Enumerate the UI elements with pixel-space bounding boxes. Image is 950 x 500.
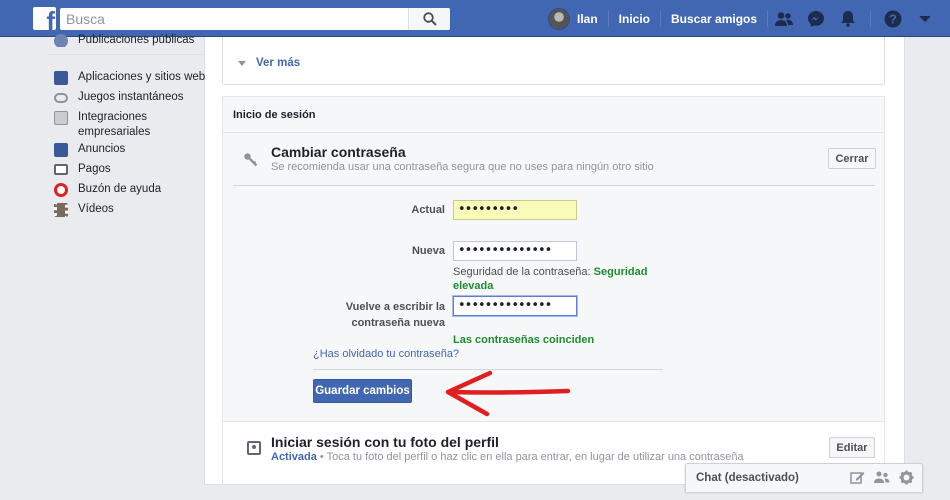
sidebar-item-ads[interactable]: Anuncios	[54, 142, 125, 157]
close-button[interactable]: Cerrar	[828, 148, 876, 169]
annotation-arrow	[445, 370, 571, 417]
messenger-icon	[808, 10, 825, 27]
caret-down-icon	[919, 14, 931, 22]
profile-photo-icon	[247, 441, 261, 455]
gamepad-icon	[54, 93, 68, 103]
nav-right: Ilan Inicio Buscar amigos ?	[548, 0, 941, 37]
chat-controls	[850, 470, 914, 485]
sidebar-item-public-posts[interactable]: Publicaciones públicas	[54, 33, 194, 47]
svg-text:?: ?	[889, 11, 897, 26]
key-icon	[244, 153, 258, 167]
profile-link[interactable]: Ilan	[570, 0, 608, 37]
sidebar-item-payments[interactable]: Pagos	[54, 162, 111, 177]
friends-icon	[775, 11, 794, 26]
sidebar-item-label: Integraciones empresariales	[78, 111, 151, 138]
strength-prefix: Seguridad de la contraseña:	[453, 266, 591, 278]
sidebar-item-label: Buzón de ayuda	[78, 183, 162, 195]
sidebar-item-label: Pagos	[78, 163, 111, 175]
section-heading: Inicio de sesión	[233, 109, 316, 121]
compose-icon[interactable]	[850, 470, 865, 485]
gear-icon[interactable]	[899, 470, 914, 485]
avatar[interactable]	[548, 7, 570, 30]
sidebar-item-label: Vídeos	[78, 203, 114, 215]
logo-letter: f	[46, 7, 55, 30]
account-menu-button[interactable]	[909, 0, 941, 37]
help-button[interactable]: ?	[877, 0, 909, 37]
chat-label: Chat (desactivado)	[696, 472, 799, 484]
new-password-label: Nueva	[411, 245, 445, 257]
profile-photo-login-description: Activada • Toca tu foto del perfil o haz…	[271, 451, 744, 463]
card-icon	[54, 164, 68, 175]
nav-divider	[870, 10, 872, 27]
search-input[interactable]	[60, 8, 410, 30]
current-password-field[interactable]: •••••••••	[453, 200, 577, 220]
apps-icon	[54, 71, 68, 85]
forgot-password-link[interactable]: ¿Has olvidado tu contraseña?	[313, 348, 459, 360]
passwords-match-message: Las contraseñas coinciden	[453, 334, 595, 346]
bell-icon	[841, 11, 856, 27]
sidebar-item-label: Juegos instantáneos	[78, 91, 184, 103]
help-icon: ?	[884, 10, 902, 27]
profile-photo-login-title: Iniciar sesión con tu foto del perfil	[271, 434, 499, 450]
see-more-link[interactable]: Ver más	[238, 57, 300, 69]
friends-icon[interactable]	[874, 470, 890, 485]
top-navigation-bar: f Ilan Inicio Buscar amigos ?	[0, 0, 950, 37]
sidebar-divider	[48, 54, 203, 55]
sidebar-item-apps[interactable]: Aplicaciones y sitios web	[54, 70, 205, 85]
sidebar-item-instant-games[interactable]: Juegos instantáneos	[54, 90, 184, 105]
section-divider	[223, 132, 884, 133]
sidebar-item-label: Publicaciones públicas	[78, 34, 195, 46]
notifications-button[interactable]	[832, 0, 864, 37]
ads-flag-icon	[54, 143, 68, 157]
search-icon	[422, 12, 437, 26]
sidebar-item-label: Aplicaciones y sitios web	[78, 71, 206, 83]
chat-bar[interactable]: Chat (desactivado)	[685, 463, 923, 492]
status-badge: Activada	[271, 451, 317, 463]
search-button[interactable]	[408, 8, 450, 30]
messages-button[interactable]	[800, 0, 832, 37]
film-icon	[54, 203, 68, 217]
current-password-label: Actual	[411, 204, 445, 216]
previous-section-card: Ver más	[222, 37, 885, 85]
password-strength: Seguridad de la contraseña: Seguridad el…	[453, 265, 653, 293]
caret-down-icon	[238, 60, 246, 66]
change-password-subtitle: Se recomienda usar una contraseña segura…	[271, 161, 654, 173]
sidebar-item-business-integrations[interactable]: Integraciones empresariales	[54, 110, 204, 140]
retype-password-field[interactable]: ••••••••••••••	[453, 296, 577, 316]
see-more-label: Ver más	[256, 57, 301, 69]
lifebuoy-icon	[54, 183, 68, 197]
edit-button[interactable]: Editar	[829, 437, 875, 458]
new-password-field[interactable]: ••••••••••••••	[453, 241, 577, 261]
facebook-logo[interactable]: f	[33, 7, 56, 30]
form-divider	[233, 185, 875, 186]
save-changes-button[interactable]: Guardar cambios	[313, 379, 412, 403]
description-text: • Toca tu foto del perfil o haz clic en …	[316, 451, 744, 463]
sidebar-item-support-inbox[interactable]: Buzón de ayuda	[54, 182, 161, 197]
find-friends-link[interactable]: Buscar amigos	[661, 0, 767, 37]
gear-square-icon	[54, 111, 68, 125]
sidebar-item-videos[interactable]: Vídeos	[54, 202, 114, 217]
retype-password-label: Vuelve a escribir la contraseña nueva	[345, 301, 445, 329]
change-password-title: Cambiar contraseña	[271, 144, 406, 160]
friend-requests-button[interactable]	[768, 0, 800, 37]
home-link[interactable]: Inicio	[609, 0, 660, 37]
globe-icon	[54, 34, 68, 47]
search-box	[60, 8, 450, 30]
sidebar-item-label: Anuncios	[78, 143, 126, 155]
